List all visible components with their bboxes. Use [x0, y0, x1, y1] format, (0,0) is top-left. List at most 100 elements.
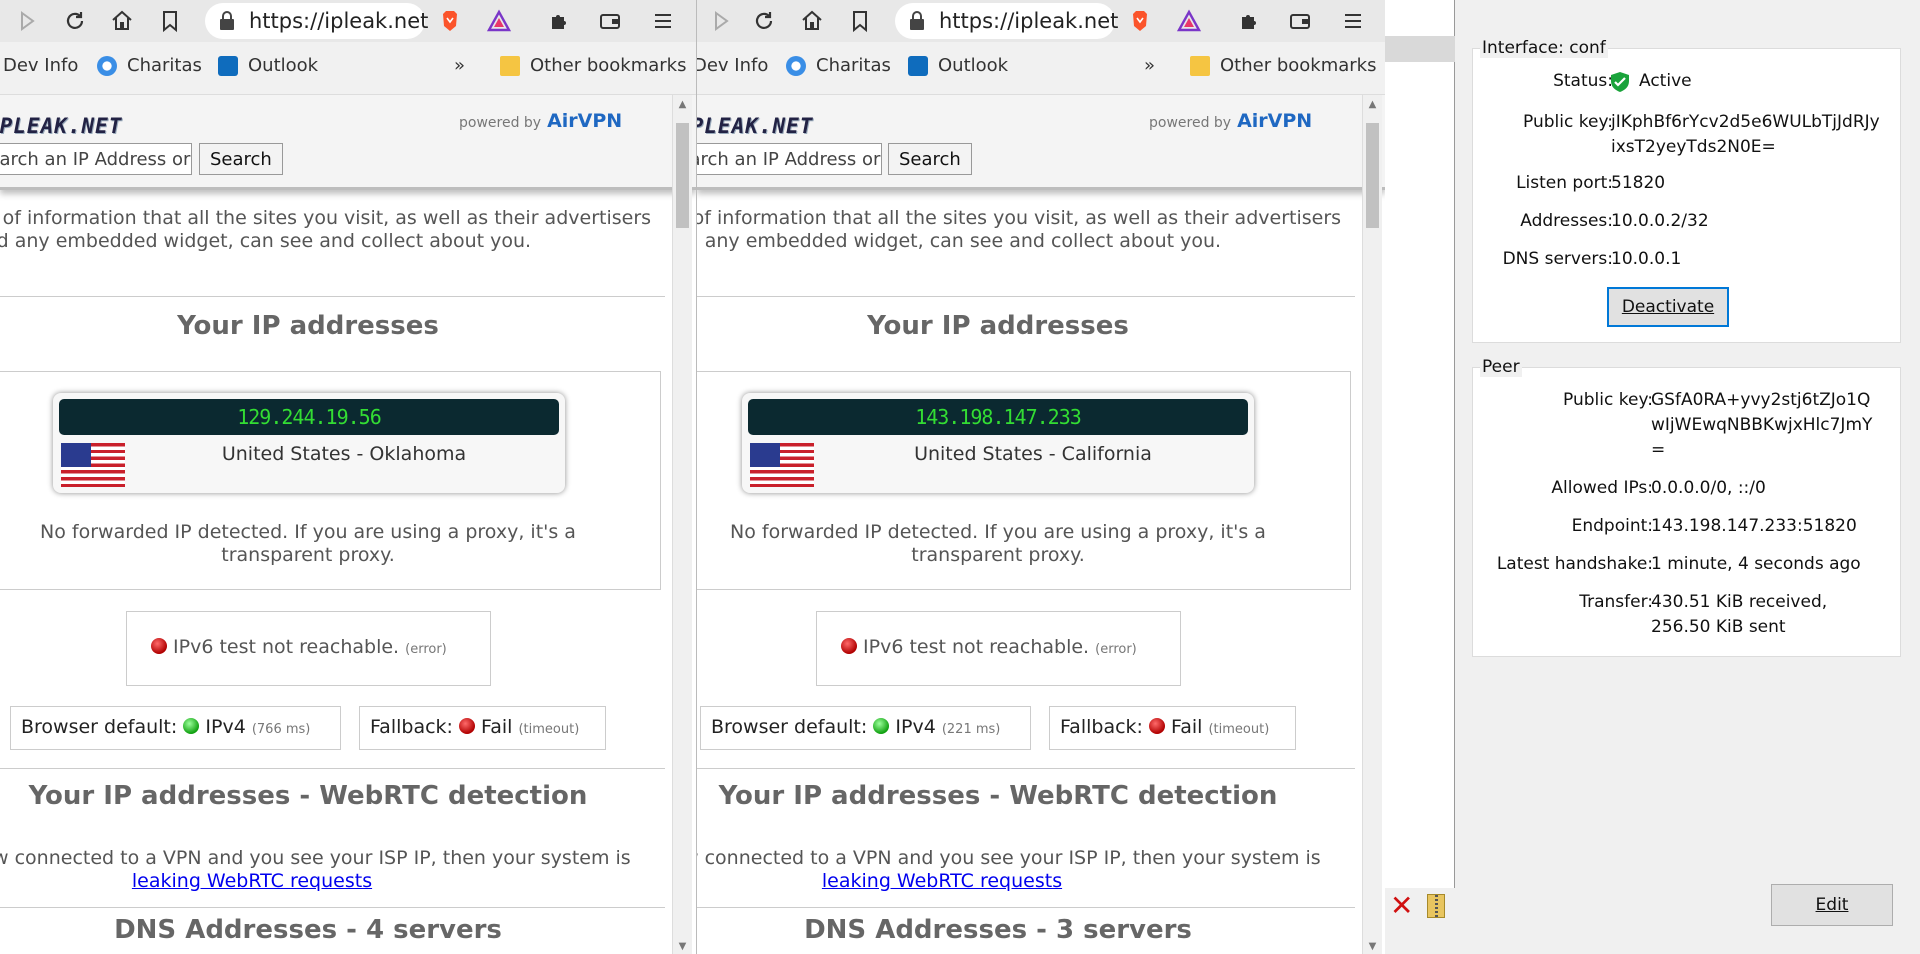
endpoint-label: Endpoint:	[1571, 516, 1653, 536]
ipleak-logo[interactable]: IPLEAK.NET	[697, 114, 813, 138]
url-text: https://ipleak.net	[939, 9, 1119, 33]
export-zip-icon[interactable]	[1427, 894, 1445, 918]
address-bar[interactable]: https://ipleak.net	[895, 3, 1119, 39]
dns-servers-value: 10.0.0.1	[1611, 249, 1682, 269]
interface-public-key[interactable]: jIKphBf6rYcv2d5e6WULbTjJdRJy ixsT2yeyTds2…	[1611, 110, 1880, 160]
ipv6-status: IPv6 test not reachable. (error)	[841, 636, 1137, 658]
status-green-icon	[183, 718, 200, 734]
ip-address: 129.244.19.56	[59, 399, 559, 435]
scrollbar[interactable]: ▲ ▼	[672, 95, 692, 954]
scrollbar[interactable]: ▲ ▼	[1362, 95, 1382, 954]
browser-default: Browser default: IPv4 (766 ms)	[10, 706, 341, 750]
forward-icon[interactable]	[706, 6, 736, 36]
bookmarks-overflow-button[interactable]: »	[1144, 55, 1155, 76]
wireguard-window: ✕ Interface: conf Status: Active Public …	[1385, 0, 1920, 954]
ipv6-box: IPv6 test not reachable. (error)	[816, 611, 1181, 686]
endpoint-value: 143.198.147.233:51820	[1651, 516, 1857, 536]
us-flag-icon	[61, 443, 125, 487]
home-icon[interactable]	[797, 6, 827, 36]
divider	[697, 296, 1355, 297]
scroll-up-icon[interactable]: ▲	[673, 99, 692, 110]
bookmarks-bar: Dev Info Charitas Outlook » Other bookma…	[697, 42, 1385, 95]
extensions-icon[interactable]	[545, 6, 575, 36]
ip-heading: Your IP addresses	[177, 311, 439, 341]
forward-icon[interactable]	[12, 6, 42, 36]
brave-rewards-icon[interactable]	[484, 6, 514, 36]
forwarded-text: No forwarded IP detected. If you are usi…	[730, 521, 1266, 566]
peer-title: Peer	[1480, 357, 1522, 377]
brave-rewards-icon[interactable]	[1174, 6, 1204, 36]
fallback: Fallback: Fail (timeout)	[1049, 706, 1296, 750]
bookmark-charitas[interactable]: Charitas	[97, 55, 202, 76]
bookmark-other[interactable]: Other bookmarks	[1190, 55, 1376, 76]
interface-group: Interface: conf Status: Active Public ke…	[1472, 38, 1901, 343]
webrtc-link[interactable]: leaking WebRTC requests	[132, 870, 372, 892]
ipv6-status: IPv6 test not reachable. (error)	[151, 636, 447, 658]
ip-card: 143.198.147.233 United States - Californ…	[742, 393, 1254, 493]
reload-icon[interactable]	[749, 6, 779, 36]
folder-icon	[1190, 55, 1210, 76]
ipleak-logo[interactable]: IPLEAK.NET	[0, 114, 122, 138]
reload-icon[interactable]	[60, 6, 90, 36]
intro-text: This is the kind of information that all…	[697, 207, 1342, 252]
deactivate-button[interactable]: Deactivate	[1607, 287, 1729, 327]
charitas-icon	[97, 55, 117, 76]
allowed-ips-label: Allowed IPs:	[1551, 478, 1653, 498]
tunnel-list[interactable]	[1385, 0, 1455, 888]
address-bar[interactable]: https://ipleak.net	[205, 3, 429, 39]
bookmark-charitas[interactable]: Charitas	[786, 55, 891, 76]
tunnel-list-item-conf[interactable]	[1385, 36, 1455, 62]
powered-by[interactable]: powered by AirVPN	[459, 110, 622, 132]
extensions-icon[interactable]	[1235, 6, 1265, 36]
bookmark-outlook[interactable]: Outlook	[908, 55, 1008, 76]
scroll-thumb[interactable]	[676, 123, 689, 228]
listen-port-label: Listen port:	[1516, 173, 1613, 193]
bookmark-outlook[interactable]: Outlook	[218, 55, 318, 76]
bookmark-icon[interactable]	[155, 6, 185, 36]
status-red-icon	[459, 718, 475, 734]
scroll-thumb[interactable]	[1366, 123, 1379, 228]
ip-country: United States - California	[914, 443, 1152, 465]
ipleak-page: IPLEAK.NET powered byAirVPN Search an IP…	[697, 95, 1385, 954]
webrtc-link[interactable]: leaking WebRTC requests	[822, 870, 1062, 892]
bookmark-icon[interactable]	[845, 6, 875, 36]
peer-public-key[interactable]: GSfA0RA+yvy2stj6tZJo1Q wIjWEwqNBBKwjxHlc7…	[1651, 388, 1872, 463]
charitas-icon	[786, 55, 806, 76]
scroll-down-icon[interactable]: ▼	[673, 941, 692, 952]
scroll-up-icon[interactable]: ▲	[1363, 99, 1382, 110]
search-input[interactable]: Search an IP Address or	[0, 143, 192, 175]
bookmark-other[interactable]: Other bookmarks	[500, 55, 686, 76]
menu-icon[interactable]	[648, 6, 678, 36]
forwarded-text: No forwarded IP detected. If you are usi…	[40, 521, 576, 566]
transfer-label: Transfer:	[1579, 592, 1653, 612]
outlook-icon	[218, 55, 238, 76]
search-button[interactable]: Search	[888, 143, 972, 175]
brave-shield-icon[interactable]	[435, 6, 465, 36]
edit-button[interactable]: Edit	[1771, 884, 1893, 926]
webrtc-text: If you are now connected to a VPN and yo…	[0, 847, 631, 892]
fallback: Fallback: Fail (timeout)	[359, 706, 606, 750]
wallet-icon[interactable]	[1285, 6, 1315, 36]
brave-shield-icon[interactable]	[1125, 6, 1155, 36]
browser-window-right: https://ipleak.net Dev Info Charitas Out…	[696, 0, 1385, 954]
outlook-icon	[908, 55, 928, 76]
status-label: Status:	[1553, 71, 1613, 91]
bookmarks-overflow-button[interactable]: »	[454, 55, 465, 76]
lock-icon	[219, 11, 235, 31]
scroll-down-icon[interactable]: ▼	[1363, 941, 1382, 952]
menu-icon[interactable]	[1338, 6, 1368, 36]
site-header: IPLEAK.NET powered byAirVPN Search an IP…	[0, 95, 696, 190]
search-button[interactable]: Search	[199, 143, 283, 175]
powered-by[interactable]: powered by AirVPN	[1149, 110, 1312, 132]
bookmark-dev-info[interactable]: Dev Info	[697, 55, 768, 76]
ipleak-page: IPLEAK.NET powered byAirVPN Search an IP…	[0, 95, 696, 954]
url-text: https://ipleak.net	[249, 9, 429, 33]
home-icon[interactable]	[107, 6, 137, 36]
search-input[interactable]: Search an IP Address or	[697, 143, 882, 175]
us-flag-icon	[750, 443, 814, 487]
delete-tunnel-icon[interactable]: ✕	[1390, 892, 1413, 920]
handshake-value: 1 minute, 4 seconds ago	[1651, 554, 1861, 574]
lock-icon	[909, 11, 925, 31]
bookmark-dev-info[interactable]: Dev Info	[3, 55, 78, 76]
wallet-icon[interactable]	[595, 6, 625, 36]
